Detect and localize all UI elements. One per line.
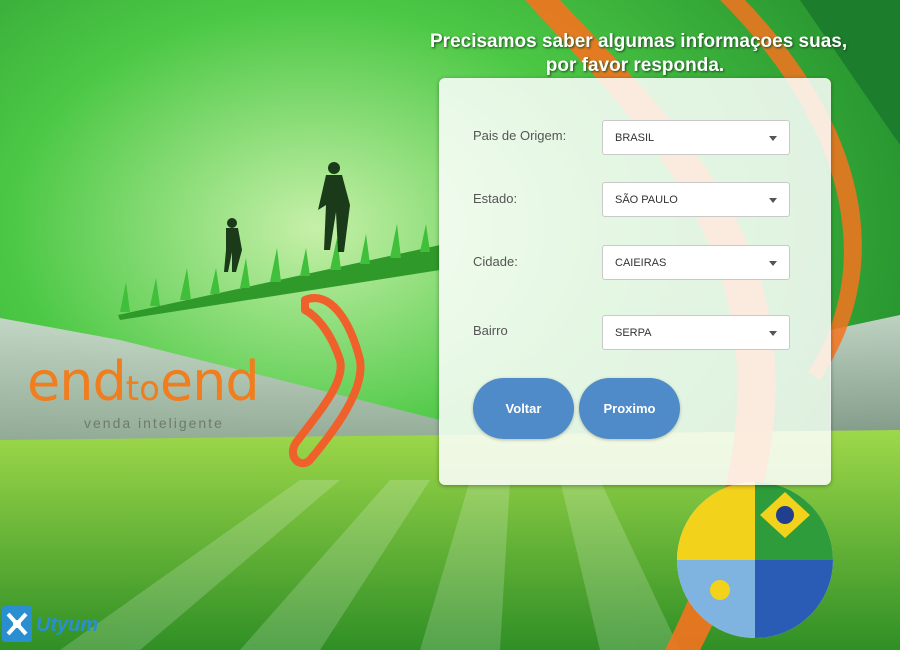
brand-name-start: end	[27, 350, 127, 413]
next-button[interactable]: Proximo	[579, 378, 680, 439]
state-label: Estado:	[473, 191, 518, 206]
country-label: Pais de Origem:	[473, 128, 567, 143]
heading-line-1: Precisamos saber algumas informaçoes sua…	[430, 31, 848, 52]
city-select[interactable]: CAIEIRAS	[602, 245, 790, 280]
location-form-panel: Pais de Origem: BRASIL Estado: SÃO PAULO…	[439, 78, 831, 485]
chevron-down-icon	[769, 136, 777, 141]
country-value: BRASIL	[615, 132, 655, 144]
city-value: CAIEIRAS	[615, 257, 667, 269]
back-button[interactable]: Voltar	[473, 378, 574, 439]
brand-name-mid: to	[125, 369, 160, 409]
district-label: Bairro	[473, 323, 508, 338]
chevron-down-icon	[769, 331, 777, 336]
brand-tagline: venda inteligente	[84, 415, 224, 431]
footer-logo-text: Utyum	[36, 614, 99, 636]
brand-name-end: end	[159, 350, 260, 413]
district-select[interactable]: SERPA	[602, 315, 790, 350]
page-heading: Precisamos saber algumas informaçoes sua…	[430, 30, 848, 78]
state-select[interactable]: SÃO PAULO	[602, 182, 790, 217]
state-value: SÃO PAULO	[615, 194, 678, 206]
city-label: Cidade:	[473, 254, 518, 269]
heading-line-2: por favor responda.	[545, 55, 725, 76]
chevron-down-icon	[769, 198, 777, 203]
chevron-down-icon	[769, 261, 777, 266]
district-value: SERPA	[615, 327, 652, 339]
brand-logo: endtoend	[27, 350, 260, 419]
country-select[interactable]: BRASIL	[602, 120, 790, 155]
footer-logo: Utyum	[2, 606, 112, 646]
